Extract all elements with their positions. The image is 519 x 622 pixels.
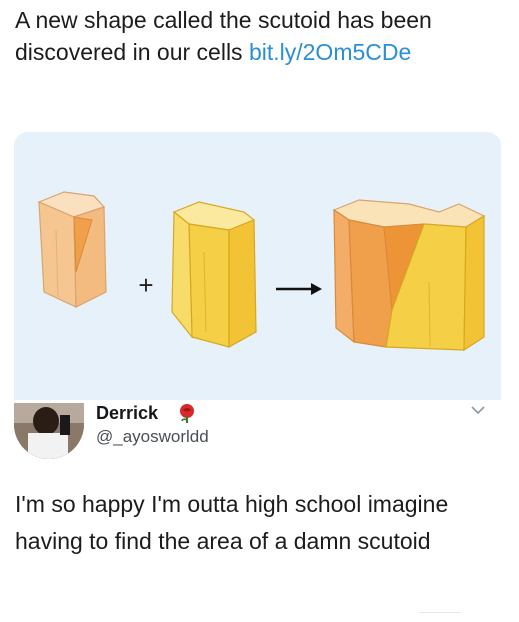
rose-emoji-icon xyxy=(176,402,198,424)
scutoid xyxy=(332,199,486,352)
scutoid-diagram-card[interactable]: + xyxy=(14,132,501,400)
prism-yellow xyxy=(171,201,257,349)
post-link[interactable]: bit.ly/2Om5CDe xyxy=(249,39,411,65)
post-text-block: A new shape called the scutoid has been … xyxy=(15,4,510,68)
reply-text: I'm so happy I'm outta high school imagi… xyxy=(15,491,449,554)
avatar[interactable] xyxy=(14,403,84,459)
reply-name[interactable]: Derrick xyxy=(96,403,158,424)
scutoid-diagram: + xyxy=(37,191,486,352)
divider xyxy=(420,612,460,613)
chevron-down-icon[interactable] xyxy=(470,403,486,415)
arrow xyxy=(276,283,322,295)
reply-handle[interactable]: @_ayosworldd xyxy=(96,427,209,447)
reply-user-row: Derrick @_ayosworldd xyxy=(0,395,519,465)
plus-sign: + xyxy=(138,270,153,300)
prism-peach xyxy=(37,191,107,308)
